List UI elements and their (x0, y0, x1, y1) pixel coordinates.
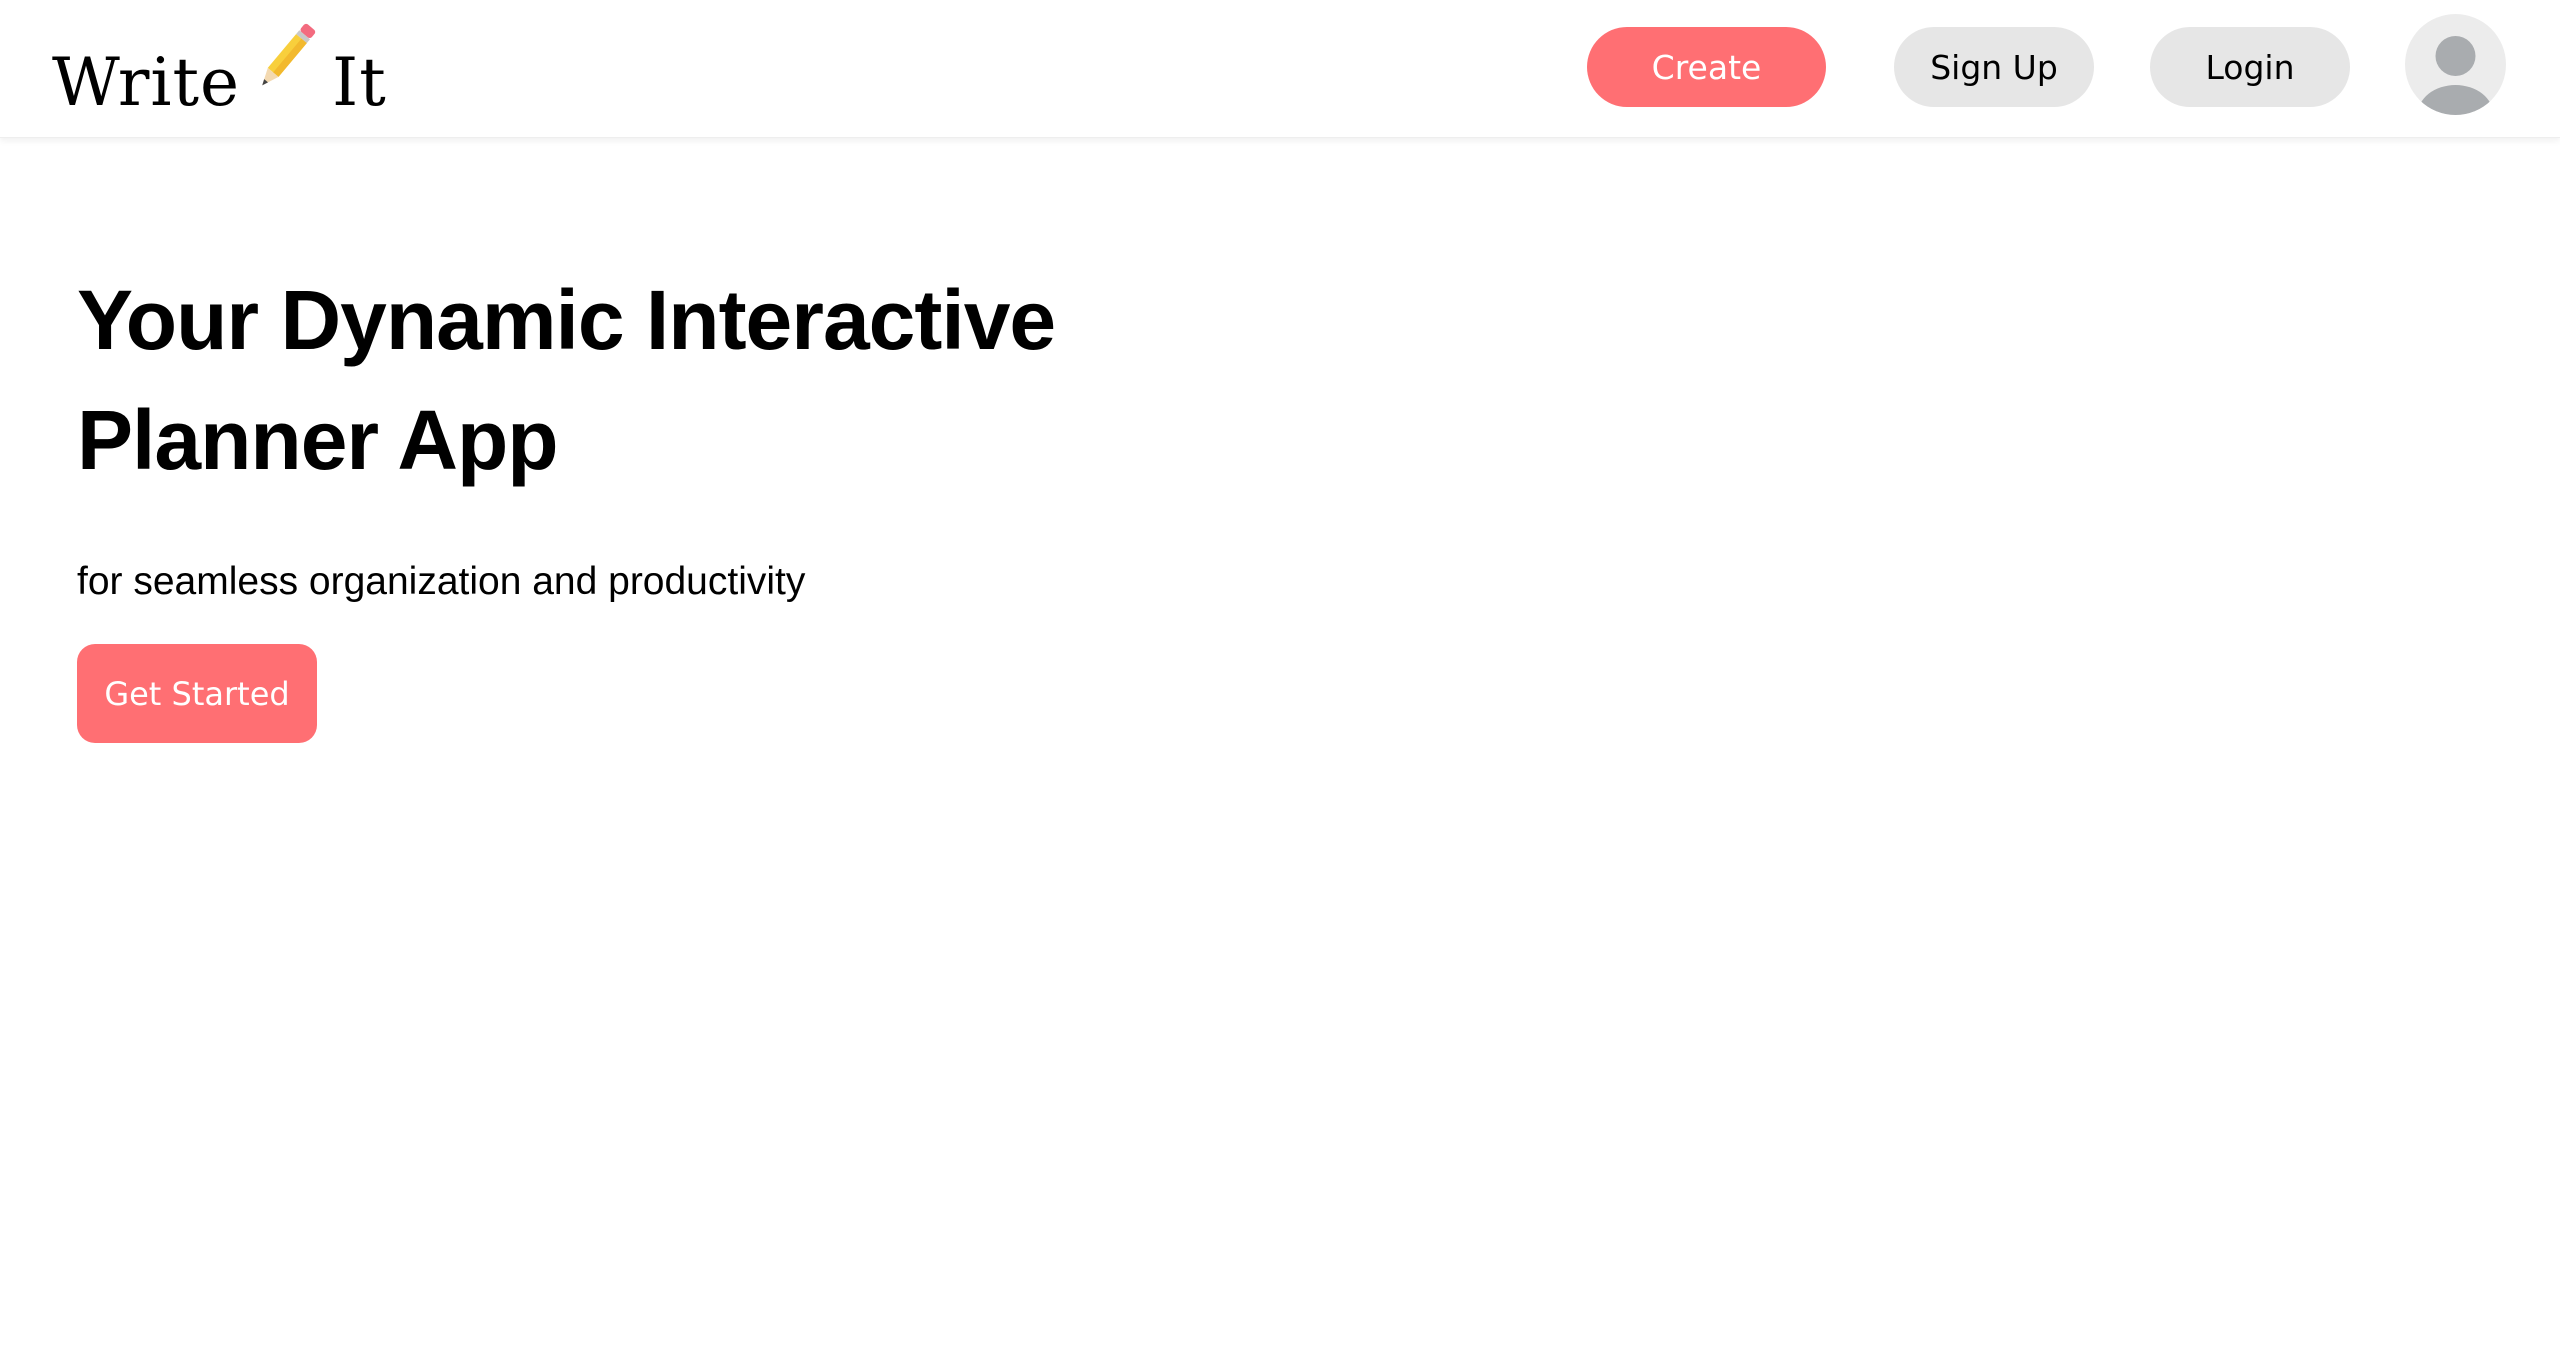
pencil-icon (262, 23, 316, 86)
top-navbar: Write It Create Sign Up Login (0, 0, 2560, 138)
hero-title: Your Dynamic Interactive Planner App (77, 273, 1056, 487)
hero-subtitle: for seamless organization and productivi… (77, 560, 806, 603)
logo-word-write: Write (52, 44, 241, 121)
login-button[interactable]: Login (2150, 27, 2350, 107)
user-avatar-button[interactable] (2405, 14, 2506, 115)
sign-up-button[interactable]: Sign Up (1894, 27, 2094, 107)
hero-section: Your Dynamic Interactive Planner App for… (77, 260, 1277, 743)
logo-word-it: It (332, 44, 387, 121)
get-started-button[interactable]: Get Started (77, 644, 317, 743)
user-avatar-icon (2417, 36, 2494, 115)
create-button[interactable]: Create (1587, 27, 1826, 107)
logo-home-link[interactable]: Write It (52, 12, 387, 122)
